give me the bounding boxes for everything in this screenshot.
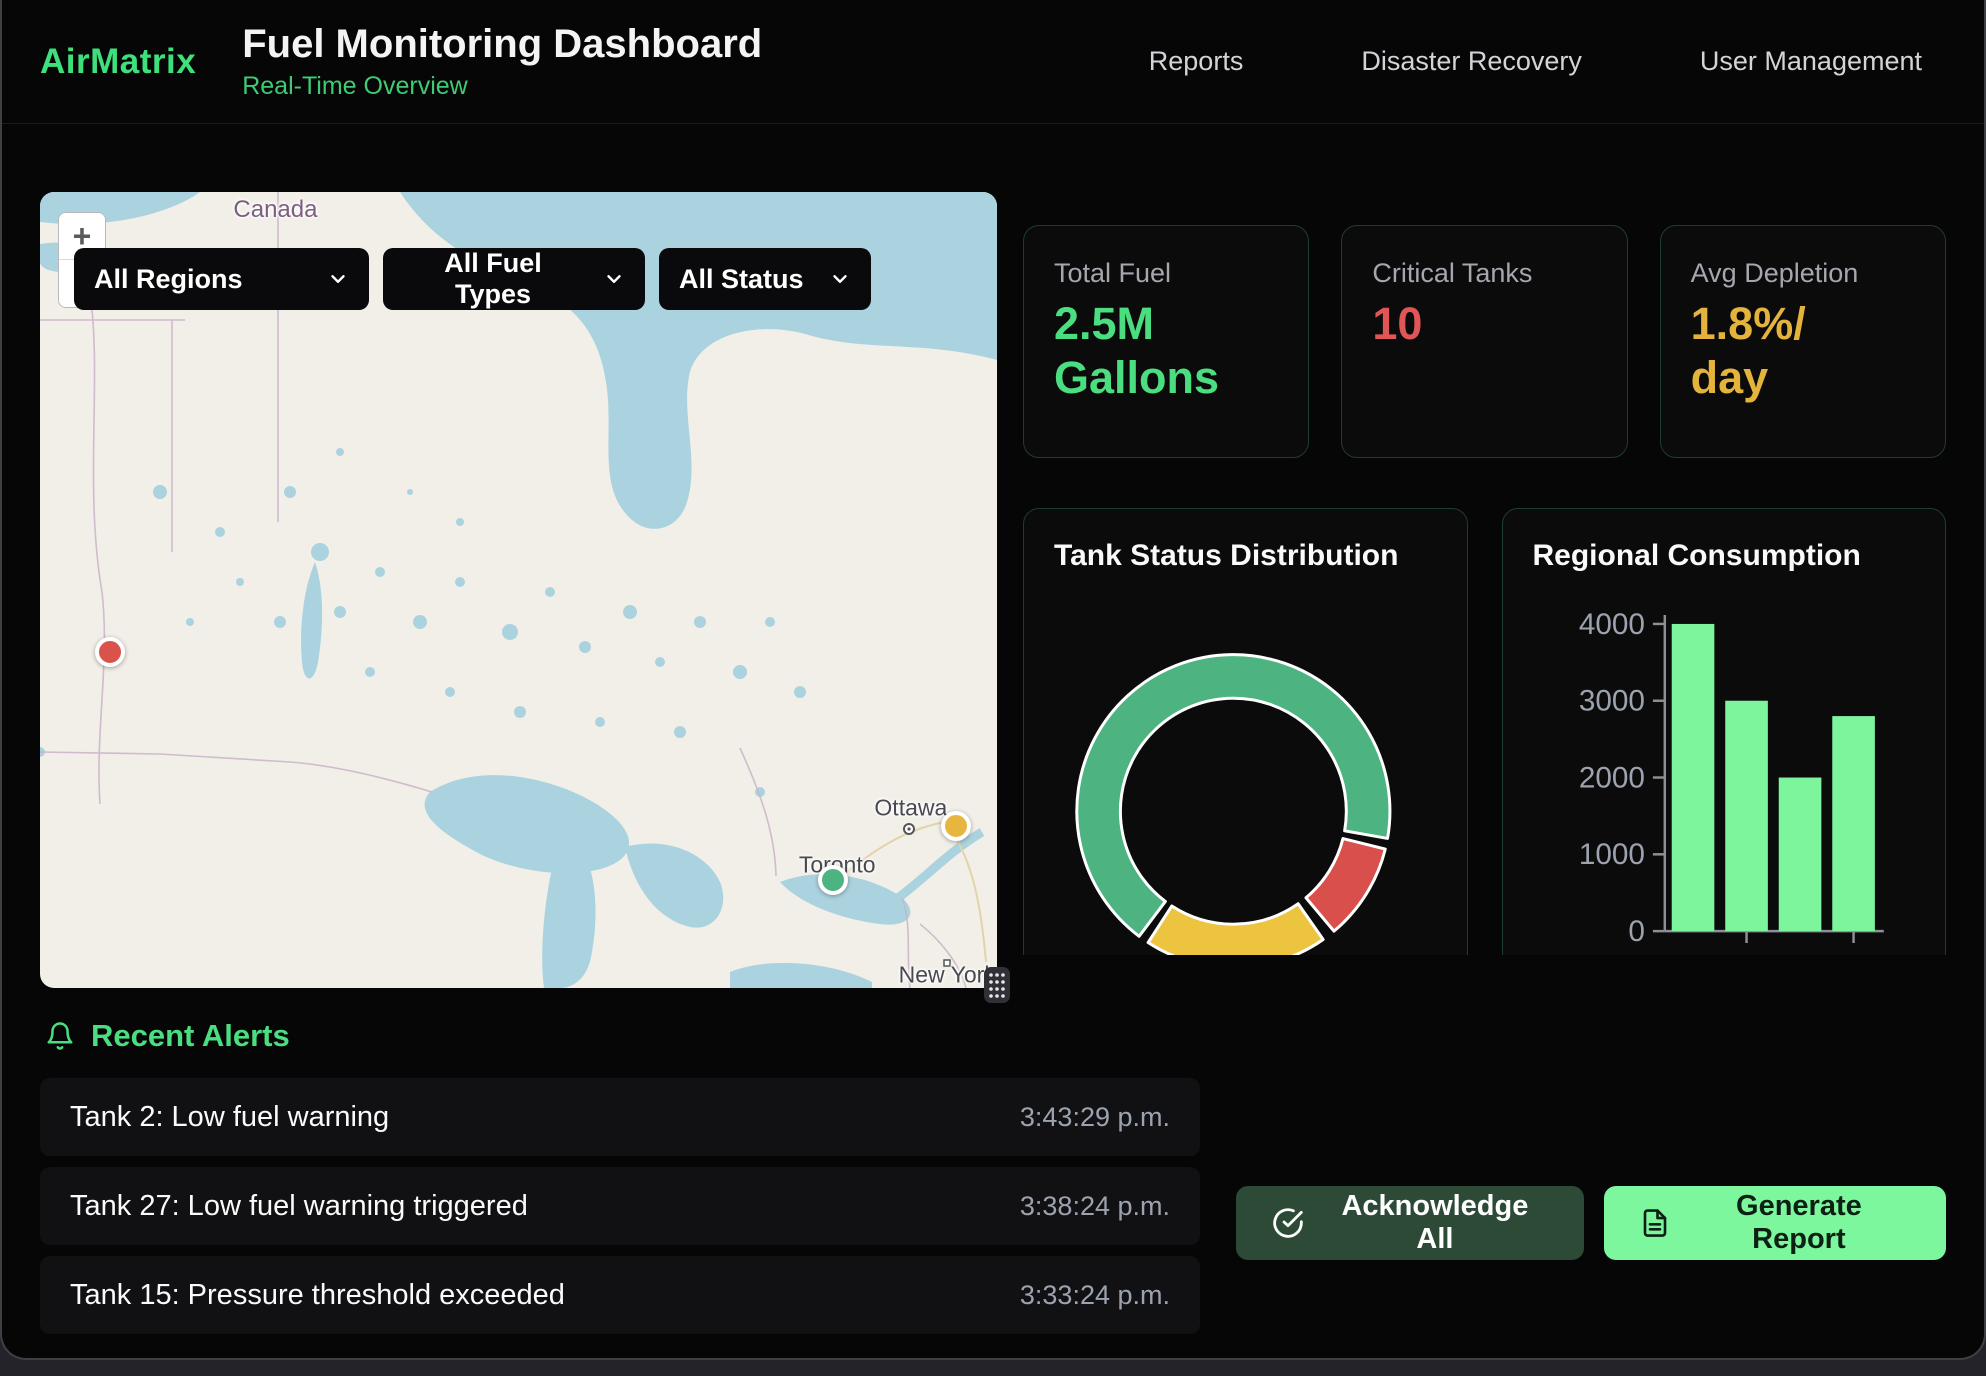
drag-dots-icon [986,970,1008,1000]
stat-label: Total Fuel [1054,258,1278,289]
app-window: AirMatrix Fuel Monitoring Dashboard Real… [0,0,1986,1360]
stat-value: 1.8%/ day [1691,297,1915,405]
regional-bar-chart: 0 1000 2000 3000 4000 Midwest West [1533,575,1916,955]
map-marker-warning[interactable] [941,811,971,841]
stat-card-total-fuel: Total Fuel 2.5M Gallons [1023,225,1309,458]
alert-row: Tank 15: Pressure threshold exceeded 3:3… [40,1256,1200,1334]
x-tick-label: Midwest [1693,952,1798,955]
fuel-monitoring-dashboard: AirMatrix Fuel Monitoring Dashboard Real… [0,0,1986,1376]
chevron-down-icon [603,268,625,290]
stats-row: Total Fuel 2.5M Gallons Critical Tanks 1… [1023,225,1946,458]
acknowledge-all-label: Acknowledge All [1322,1190,1548,1256]
y-tick-label: 0 [1628,915,1645,948]
map-filters: All Regions All Fuel Types All Status [74,248,871,310]
chart-title: Tank Status Distribution [1054,539,1437,573]
y-tick-label: 2000 [1578,761,1644,794]
alert-text: Tank 27: Low fuel warning triggered [70,1190,528,1223]
alert-timestamp: 3:38:24 p.m. [1020,1191,1170,1222]
main-content: Canada Ottawa Toronto New York + All Reg… [2,192,1984,988]
region-filter-select[interactable]: All Regions [74,248,369,310]
alert-row: Tank 2: Low fuel warning 3:43:29 p.m. [40,1078,1200,1156]
donut-segment-yellow [1148,904,1323,955]
bar-2 [1778,778,1821,932]
map-label-canada: Canada [233,196,317,224]
chevron-down-icon [829,268,851,290]
stat-value: 10 [1372,297,1596,351]
y-tick-label: 3000 [1578,685,1644,718]
fuel-type-filter-select[interactable]: All Fuel Types [383,248,645,310]
nav-item-reports[interactable]: Reports [1149,46,1244,77]
header: AirMatrix Fuel Monitoring Dashboard Real… [2,0,1984,124]
alert-timestamp: 3:43:29 p.m. [1020,1102,1170,1133]
check-circle-icon [1272,1207,1304,1239]
map-label-ottawa: Ottawa [874,795,947,822]
alerts-body: Tank 2: Low fuel warning 3:43:29 p.m. Ta… [40,1078,1946,1345]
donut-segment-red [1306,839,1385,932]
charts-row: Tank Status Distribution Regional Consum… [1023,508,1946,955]
tank-status-card: Tank Status Distribution [1023,508,1468,955]
alert-text: Tank 2: Low fuel warning [70,1101,389,1134]
alert-timestamp: 3:33:24 p.m. [1020,1280,1170,1311]
right-column: Total Fuel 2.5M Gallons Critical Tanks 1… [1023,192,1946,988]
acknowledge-all-button[interactable]: Acknowledge All [1236,1186,1584,1260]
map-marker-normal[interactable] [818,865,848,895]
resize-drag-handle[interactable] [984,967,1010,1003]
alert-actions: Acknowledge All Generate Report [1236,1186,1946,1345]
stat-label: Critical Tanks [1372,258,1596,289]
app-logo: AirMatrix [40,42,196,82]
map-label-new-york: New York [899,962,996,989]
chart-title: Regional Consumption [1533,539,1916,573]
page-subtitle: Real-Time Overview [242,72,762,101]
alert-row: Tank 27: Low fuel warning triggered 3:38… [40,1167,1200,1245]
stat-value: 2.5M Gallons [1054,297,1278,405]
alert-text: Tank 15: Pressure threshold exceeded [70,1279,565,1312]
alerts-header: Recent Alerts [40,1018,1946,1054]
bell-icon [45,1020,75,1052]
status-filter-select[interactable]: All Status [659,248,871,310]
regional-consumption-card: Regional Consumption 0 1000 2000 3000 4000 Mi… [1502,508,1947,955]
stat-label: Avg Depletion [1691,258,1915,289]
map-panel: Canada Ottawa Toronto New York + All Reg… [40,192,997,988]
page-title: Fuel Monitoring Dashboard [242,22,762,67]
recent-alerts-section: Recent Alerts Tank 2: Low fuel warning 3… [2,1018,1984,1345]
alert-list: Tank 2: Low fuel warning 3:43:29 p.m. Ta… [40,1078,1200,1345]
status-filter-value: All Status [679,264,804,295]
map-marker-critical[interactable] [95,637,125,667]
tank-status-donut [1054,575,1437,955]
fuel-type-filter-value: All Fuel Types [403,248,583,310]
title-block: Fuel Monitoring Dashboard Real-Time Over… [242,22,762,101]
generate-report-button[interactable]: Generate Report [1604,1186,1946,1260]
x-tick-label: West [1821,952,1886,955]
stat-card-critical-tanks: Critical Tanks 10 [1341,225,1627,458]
stat-card-avg-depletion: Avg Depletion 1.8%/ day [1660,225,1946,458]
y-tick-label: 4000 [1578,608,1644,641]
main-nav: Reports Disaster Recovery User Managemen… [1149,46,1922,77]
bar-3 [1832,716,1875,931]
bar-0 [1671,624,1714,931]
chevron-down-icon [327,268,349,290]
alerts-title: Recent Alerts [91,1018,290,1054]
bar-1 [1725,701,1768,931]
y-tick-label: 1000 [1578,838,1644,871]
region-filter-value: All Regions [94,264,243,295]
nav-item-disaster-recovery[interactable]: Disaster Recovery [1361,46,1582,77]
file-text-icon [1640,1207,1670,1239]
nav-item-user-management[interactable]: User Management [1700,46,1922,77]
generate-report-label: Generate Report [1688,1190,1910,1256]
